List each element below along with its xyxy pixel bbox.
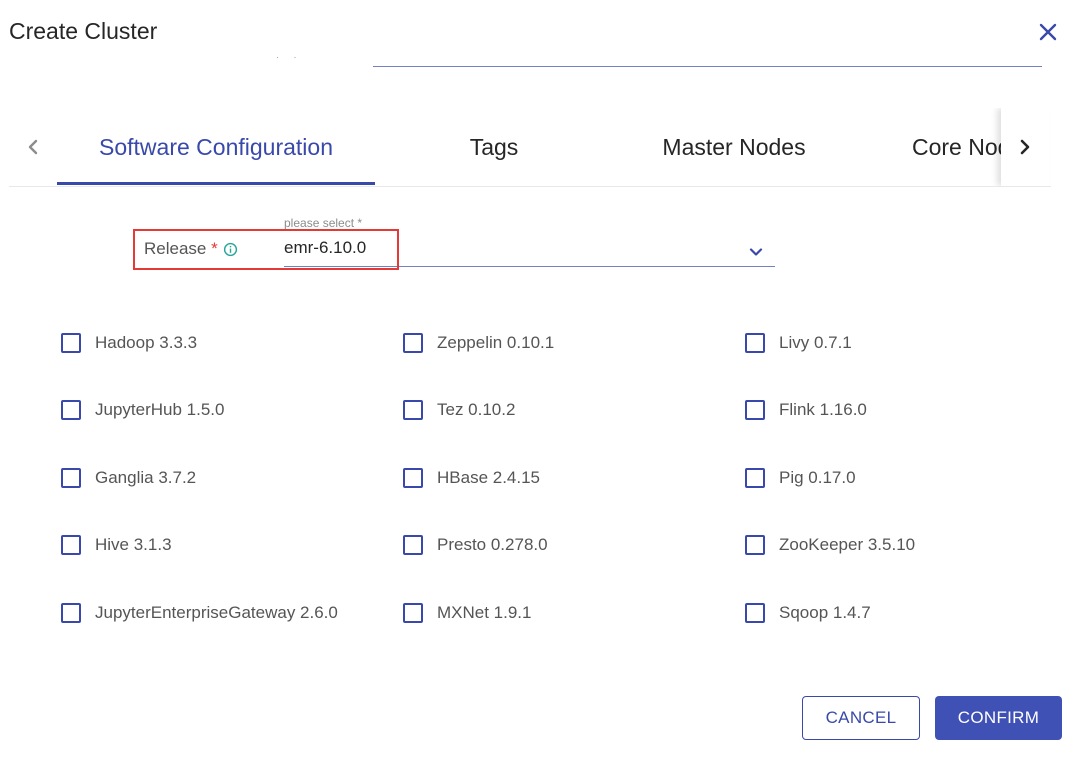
tab-bar: Software Configuration Tags Master Nodes… (9, 108, 1051, 187)
app-checkbox-presto[interactable]: Presto 0.278.0 (403, 535, 548, 555)
checkbox[interactable] (61, 400, 81, 420)
app-label: Pig 0.17.0 (779, 468, 856, 487)
checkbox[interactable] (745, 468, 765, 488)
app-checkbox-sqoop[interactable]: Sqoop 1.4.7 (745, 603, 871, 623)
checkbox[interactable] (745, 400, 765, 420)
app-label: Tez 0.10.2 (437, 400, 516, 419)
app-checkbox-hadoop[interactable]: Hadoop 3.3.3 (61, 333, 197, 353)
app-checkbox-tez[interactable]: Tez 0.10.2 (403, 400, 515, 420)
app-label: Hadoop 3.3.3 (95, 333, 198, 352)
tab-master-nodes[interactable]: Master Nodes (613, 108, 855, 186)
checkbox[interactable] (61, 603, 81, 623)
tab-tags[interactable]: Tags (375, 108, 613, 186)
dialog-title: Create Cluster (9, 18, 158, 44)
app-checkbox-hive[interactable]: Hive 3.1.3 (61, 535, 172, 555)
app-label: Zeppelin 0.10.1 (437, 333, 555, 352)
app-checkbox-jupyterenterprisegateway[interactable]: JupyterEnterpriseGateway 2.6.0 (61, 603, 338, 623)
app-checkbox-pig[interactable]: Pig 0.17.0 (745, 468, 856, 488)
previous-field-underline (373, 66, 1042, 67)
app-label: Hive 3.1.3 (95, 535, 172, 554)
checkbox[interactable] (61, 535, 81, 555)
app-label: MXNet 1.9.1 (437, 603, 532, 622)
app-label: Flink 1.16.0 (779, 400, 867, 419)
checkbox[interactable] (745, 535, 765, 555)
app-checkbox-mxnet[interactable]: MXNet 1.9.1 (403, 603, 532, 623)
app-label: JupyterEnterpriseGateway 2.6.0 (95, 603, 338, 622)
app-checkbox-livy[interactable]: Livy 0.7.1 (745, 333, 852, 353)
app-label: JupyterHub 1.5.0 (95, 400, 225, 419)
tab-software-configuration[interactable]: Software Configuration (57, 108, 375, 186)
close-icon[interactable] (1034, 18, 1062, 46)
app-label: ZooKeeper 3.5.10 (779, 535, 916, 554)
cancel-button[interactable]: CANCEL (802, 696, 920, 740)
checkbox[interactable] (61, 333, 81, 353)
app-label: HBase 2.4.15 (437, 468, 541, 487)
app-label: Presto 0.278.0 (437, 535, 548, 554)
chevron-down-icon[interactable] (745, 241, 767, 263)
chevron-left-icon (28, 139, 38, 155)
release-select-hint: please select * (284, 216, 363, 230)
active-tab-indicator (57, 182, 375, 185)
checkbox[interactable] (403, 468, 423, 488)
app-label: Ganglia 3.7.2 (95, 468, 197, 487)
release-highlight-box (133, 229, 399, 270)
app-checkbox-zeppelin[interactable]: Zeppelin 0.10.1 (403, 333, 554, 353)
tab-scroll-next-button[interactable] (1001, 108, 1049, 186)
checkbox[interactable] (403, 603, 423, 623)
checkbox[interactable] (403, 400, 423, 420)
chevron-right-icon (1020, 139, 1030, 155)
app-label: Livy 0.7.1 (779, 333, 852, 352)
app-checkbox-ganglia[interactable]: Ganglia 3.7.2 (61, 468, 196, 488)
confirm-button[interactable]: CONFIRM (935, 696, 1062, 740)
app-label: Sqoop 1.4.7 (779, 603, 871, 622)
tab-scroll-prev-button[interactable] (9, 108, 57, 186)
checkbox[interactable] (745, 603, 765, 623)
app-checkbox-jupyterhub[interactable]: JupyterHub 1.5.0 (61, 400, 224, 420)
checkbox[interactable] (403, 535, 423, 555)
checkbox[interactable] (403, 333, 423, 353)
app-checkbox-zookeeper[interactable]: ZooKeeper 3.5.10 (745, 535, 915, 555)
app-checkbox-flink[interactable]: Flink 1.16.0 (745, 400, 867, 420)
app-checkbox-hbase[interactable]: HBase 2.4.15 (403, 468, 540, 488)
create-cluster-dialog: Create Cluster · · Software Configuratio… (0, 0, 1080, 760)
previous-field-label-fragment: · · (276, 52, 303, 62)
checkbox[interactable] (61, 468, 81, 488)
checkbox[interactable] (745, 333, 765, 353)
